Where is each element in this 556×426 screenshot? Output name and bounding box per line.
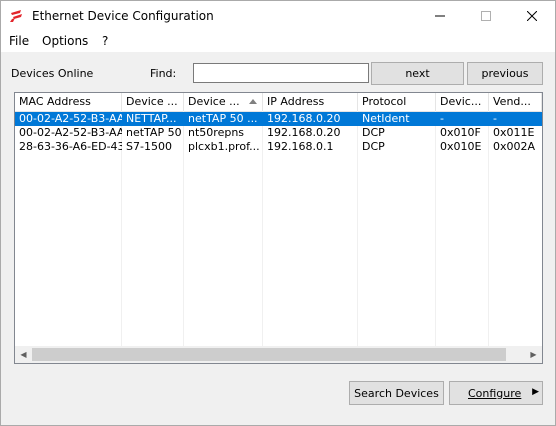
minimize-button[interactable]: [417, 1, 463, 31]
configure-menu-arrow-icon: ▶: [532, 387, 539, 397]
close-icon: [527, 11, 537, 21]
cell-vendor-id: 0x002A: [493, 140, 536, 153]
close-button[interactable]: [509, 1, 555, 31]
window-title: Ethernet Device Configuration: [32, 9, 214, 23]
configure-label: Configure: [468, 386, 522, 400]
cell-ip: 192.168.0.1: [267, 140, 334, 153]
scroll-left-icon[interactable]: ◀: [15, 346, 32, 363]
title-bar: Ethernet Device Configuration: [1, 1, 555, 31]
cell-mac: 00-02-A2-52-B3-AA: [19, 126, 122, 139]
column-header-mac[interactable]: MAC Address: [15, 93, 122, 111]
cell-ip: 192.168.0.20: [267, 112, 341, 125]
table-row[interactable]: 28-63-36-A6-ED-43 S7-1500 plcxb1.prof...…: [15, 140, 542, 154]
menu-bar: File Options ?: [1, 31, 555, 52]
table-row-selected[interactable]: 00-02-A2-52-B3-AA NETTAP... netTAP 50 ..…: [15, 112, 542, 126]
scroll-right-icon[interactable]: ▶: [525, 346, 542, 363]
cell-protocol: DCP: [362, 140, 385, 153]
menu-file[interactable]: File: [9, 34, 29, 48]
cell-protocol: NetIdent: [362, 112, 410, 125]
maximize-icon: [481, 11, 491, 21]
cell-protocol: DCP: [362, 126, 385, 139]
find-input[interactable]: [193, 63, 369, 83]
list-header: MAC Address Device ... Device ... IP Add…: [15, 93, 542, 112]
cell-device-name: nt50repns: [188, 126, 245, 139]
column-header-device-name-label: Device ...: [188, 95, 240, 108]
cell-device-id: 0x010E: [440, 140, 482, 153]
cell-device-name: netTAP 50 ...: [188, 112, 258, 125]
previous-button[interactable]: previous: [467, 62, 543, 85]
app-logo-icon: [10, 10, 22, 22]
find-label: Find:: [150, 67, 177, 80]
cell-device-id: -: [440, 112, 444, 125]
devices-online-label: Devices Online: [11, 67, 94, 80]
column-header-ip[interactable]: IP Address: [263, 93, 358, 111]
table-row[interactable]: 00-02-A2-52-B3-AA netTAP 50 nt50repns 19…: [15, 126, 542, 140]
cell-device-type: NETTAP...: [126, 112, 177, 125]
column-header-device-type[interactable]: Device ...: [122, 93, 184, 111]
minimize-icon: [435, 15, 445, 17]
maximize-button[interactable]: [463, 1, 509, 31]
menu-help[interactable]: ?: [102, 34, 108, 48]
cell-device-type: netTAP 50: [126, 126, 182, 139]
search-devices-button[interactable]: Search Devices: [349, 381, 444, 405]
column-header-vendor-id[interactable]: Vend...: [489, 93, 542, 111]
column-header-device-id[interactable]: Devic...: [436, 93, 489, 111]
scrollbar-thumb[interactable]: [32, 348, 506, 361]
cell-device-type: S7-1500: [126, 140, 172, 153]
horizontal-scrollbar[interactable]: ◀ ▶: [15, 346, 542, 363]
cell-mac: 00-02-A2-52-B3-AA: [19, 112, 122, 125]
cell-device-id: 0x010F: [440, 126, 481, 139]
column-header-device-name[interactable]: Device ...: [184, 93, 263, 111]
cell-mac: 28-63-36-A6-ED-43: [19, 140, 122, 153]
next-button[interactable]: next: [371, 62, 464, 85]
sort-ascending-icon: [249, 99, 257, 104]
cell-ip: 192.168.0.20: [267, 126, 341, 139]
menu-options[interactable]: Options: [42, 34, 88, 48]
cell-vendor-id: 0x011E: [493, 126, 535, 139]
configure-button[interactable]: Configure ▶: [449, 381, 543, 405]
cell-vendor-id: -: [493, 112, 497, 125]
column-header-protocol[interactable]: Protocol: [358, 93, 436, 111]
devices-list[interactable]: MAC Address Device ... Device ... IP Add…: [14, 92, 543, 364]
cell-device-name: plcxb1.prof...: [188, 140, 260, 153]
main-window: Ethernet Device Configuration File Optio…: [0, 0, 556, 426]
